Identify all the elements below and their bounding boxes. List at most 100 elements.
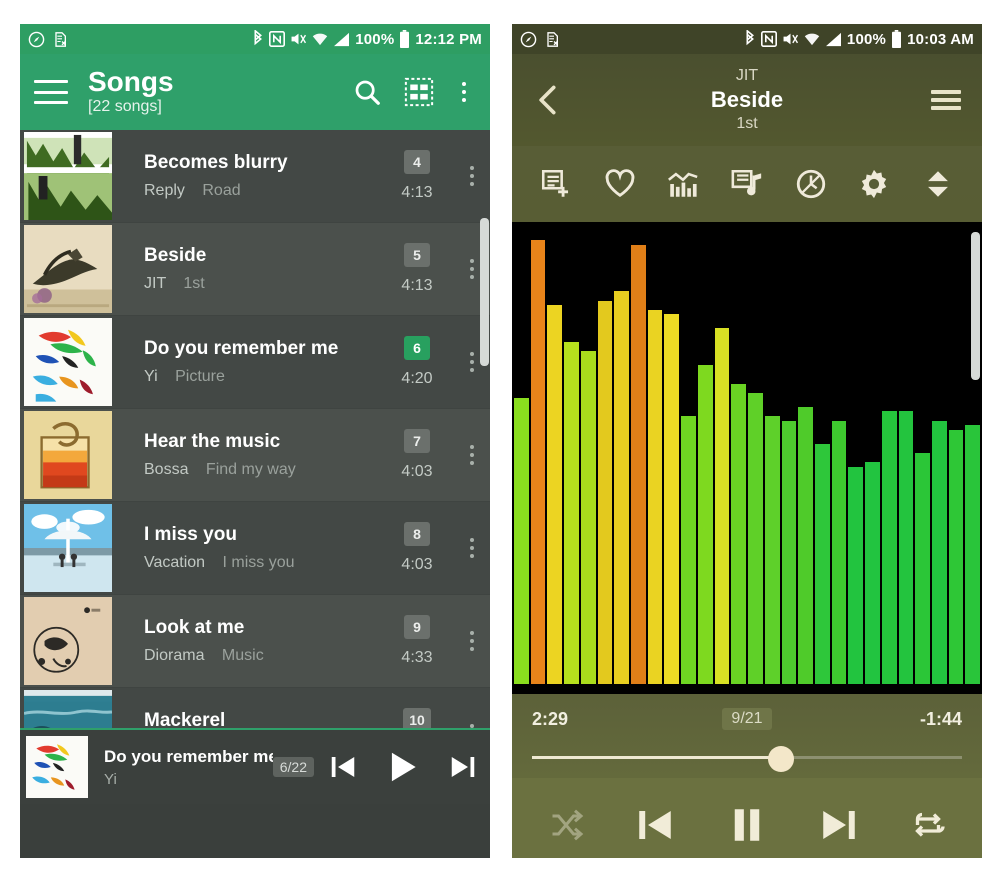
visualizer-bar — [798, 406, 813, 684]
song-album: I miss you — [222, 554, 295, 572]
grid-view-icon[interactable] — [404, 77, 434, 107]
battery-percent-label: 100% — [846, 30, 887, 48]
skip-next-icon[interactable] — [448, 752, 478, 782]
now-playing-artist: JIT — [735, 66, 759, 84]
seek-bar-knob[interactable] — [768, 746, 795, 772]
visualizer-bar — [848, 466, 864, 684]
track-number-badge: 5 — [404, 243, 430, 267]
visualizer-bar — [814, 443, 830, 684]
status-bar-left-icons — [520, 31, 560, 48]
playback-progress: 2:29 9/21 -1:44 — [512, 694, 982, 778]
settings-gear-icon[interactable] — [852, 162, 896, 206]
skip-next-icon[interactable] — [818, 804, 860, 846]
app-bar-actions — [352, 77, 476, 107]
visualizer-bar — [547, 305, 563, 684]
wifi-icon — [312, 32, 328, 47]
wifi-icon — [804, 32, 820, 47]
elapsed-time: 2:29 — [532, 708, 569, 729]
compass-icon — [520, 31, 537, 48]
repeat-icon[interactable] — [910, 807, 946, 843]
hamburger-menu-icon[interactable] — [34, 80, 68, 104]
song-row-right: 6 4:20 — [380, 316, 454, 408]
sleep-timer-icon[interactable] — [789, 162, 833, 206]
song-title: Hear the music — [144, 430, 281, 452]
battery-percent-label: 100% — [355, 30, 395, 48]
visualizer-bar — [681, 416, 696, 684]
now-playing-titles: JIT Beside 1st — [568, 67, 926, 133]
song-list[interactable]: Becomes blurry Reply Road 4 4:13 Beside … — [20, 130, 490, 728]
shuffle-icon[interactable] — [548, 807, 584, 843]
song-artist: Reply — [144, 182, 185, 200]
table-row[interactable]: Look at me Diorama Music 9 4:33 — [20, 595, 490, 688]
song-info: Beside JIT 1st — [112, 223, 380, 315]
album-art-thumbnail — [24, 225, 112, 313]
add-to-playlist-icon[interactable] — [534, 162, 578, 206]
transport-controls — [512, 778, 982, 858]
skip-previous-icon[interactable] — [634, 804, 676, 846]
queue-position-badge: 9/21 — [722, 708, 772, 730]
signal-icon — [333, 32, 350, 47]
song-meta: Yi Picture — [144, 367, 376, 386]
track-number-badge: 10 — [403, 708, 431, 728]
search-icon[interactable] — [352, 77, 382, 107]
back-arrow-icon[interactable] — [528, 84, 568, 116]
song-duration: 4:13 — [401, 277, 433, 294]
clock-label: 10:03 AM — [907, 30, 974, 48]
table-row[interactable]: Becomes blurry Reply Road 4 4:13 — [20, 130, 490, 223]
status-bar-right-icons: 100% 10:03 AM — [744, 30, 974, 48]
row-overflow-menu-icon[interactable] — [454, 688, 490, 728]
track-number-badge: 6 — [404, 336, 430, 360]
mini-player[interactable]: Do you remember me Yi 6/22 — [20, 728, 490, 804]
favorite-heart-icon[interactable] — [598, 162, 642, 206]
row-overflow-menu-icon[interactable] — [454, 130, 490, 222]
list-menu-icon[interactable] — [926, 90, 966, 110]
mini-player-album-art — [26, 736, 88, 798]
skip-previous-icon[interactable] — [328, 752, 358, 782]
expand-collapse-icon[interactable] — [916, 162, 960, 206]
song-artist: Yi — [144, 368, 158, 386]
queue-music-icon[interactable] — [725, 162, 769, 206]
table-row[interactable]: I miss you Vacation I miss you 8 4:03 — [20, 502, 490, 595]
play-icon[interactable] — [384, 748, 422, 786]
status-bar-right-icons: 100% 12:12 PM — [252, 30, 482, 48]
app-bar-titles: Songs [22 songs] — [88, 67, 348, 117]
visualizer-scrollbar[interactable] — [971, 232, 980, 380]
song-row-right: 7 4:03 — [380, 409, 454, 501]
seek-bar[interactable] — [532, 746, 962, 772]
row-overflow-menu-icon[interactable] — [454, 502, 490, 594]
song-row-right: 10 3:36 — [380, 688, 454, 728]
visualizer-bar — [898, 411, 914, 684]
song-duration: 4:03 — [401, 463, 433, 480]
song-duration: 4:33 — [401, 649, 433, 666]
overflow-menu-icon[interactable] — [456, 78, 472, 106]
visualizer-bar — [614, 291, 630, 684]
song-title: Do you remember me — [144, 337, 339, 359]
table-row[interactable]: Mackerel Fall 4th 10 3:36 — [20, 688, 490, 728]
table-row[interactable]: Beside JIT 1st 5 4:13 — [20, 223, 490, 316]
song-title: Beside — [144, 244, 207, 266]
progress-times: 2:29 9/21 -1:44 — [532, 708, 962, 730]
sim-card-error-icon — [52, 31, 68, 48]
track-number-badge: 7 — [404, 429, 430, 453]
visualizer-bar — [731, 383, 747, 684]
table-row[interactable]: Do you remember me Yi Picture 6 4:20 — [20, 316, 490, 409]
visualizer-bar — [748, 392, 763, 684]
list-scrollbar[interactable] — [480, 218, 489, 366]
remaining-time: -1:44 — [919, 708, 962, 729]
now-playing-title: Beside — [710, 87, 784, 113]
row-overflow-menu-icon[interactable] — [454, 409, 490, 501]
equalizer-icon[interactable] — [661, 162, 705, 206]
song-album: Road — [202, 182, 241, 200]
album-art-thumbnail — [24, 504, 112, 592]
bluetooth-icon — [744, 30, 756, 48]
row-overflow-menu-icon[interactable] — [454, 595, 490, 687]
song-artist: Bossa — [144, 461, 189, 479]
song-row-right: 9 4:33 — [380, 595, 454, 687]
song-meta: Bossa Find my way — [144, 460, 376, 479]
signal-icon — [825, 32, 842, 47]
visualizer-bar — [514, 397, 529, 684]
song-album: Music — [221, 647, 264, 665]
table-row[interactable]: Hear the music Bossa Find my way 7 4:03 — [20, 409, 490, 502]
pause-icon[interactable] — [726, 804, 768, 846]
song-duration: 4:03 — [401, 556, 433, 573]
